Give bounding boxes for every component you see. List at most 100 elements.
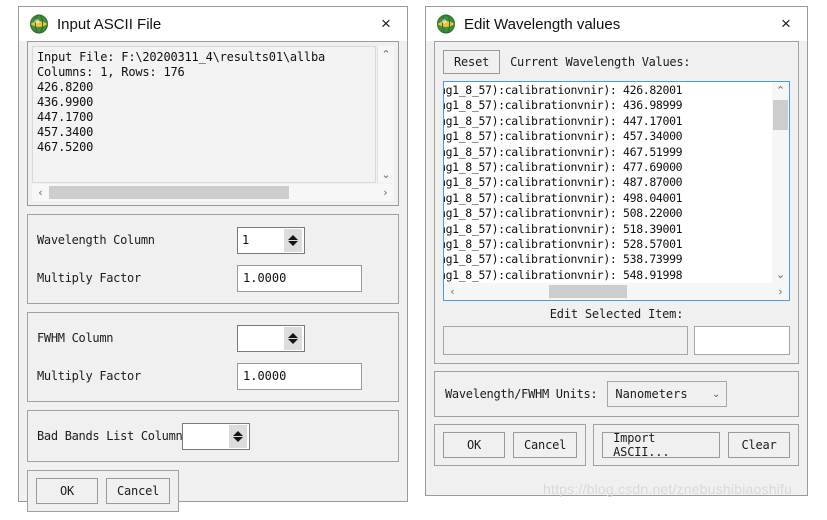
fwhm-column-row: FWHM Column (37, 323, 389, 353)
reset-button[interactable]: Reset (443, 50, 501, 74)
input-ascii-file-dialog: Input ASCII File × Input File: F:\202003… (18, 6, 408, 512)
list-item[interactable]: ng1_8_57):calibrationvnir): 518.39001 (444, 222, 772, 237)
bad-bands-list-column-row: Bad Bands List Column (37, 421, 389, 451)
fwhm-multiply-factor-input[interactable]: 1.0000 (237, 362, 362, 390)
wavelength-column-group: Wavelength Column 1 Multiply Factor 1.00… (27, 214, 399, 304)
bad-bands-list-column-stepper[interactable] (182, 422, 251, 450)
stepper-up-icon[interactable] (233, 430, 244, 436)
stepper-down-icon[interactable] (288, 240, 298, 246)
units-select[interactable]: Nanometers ⌄ (607, 381, 728, 407)
scroll-down-icon[interactable]: ⌄ (772, 266, 789, 283)
left-button-bar: OK Cancel (27, 470, 180, 512)
units-label: Wavelength/FWHM Units: (445, 387, 598, 401)
clear-button[interactable]: Clear (728, 432, 790, 458)
wavelength-values-list-content[interactable]: ng1_8_57):calibrationvnir): 426.82001 ng… (444, 82, 772, 283)
wavelength-multiply-factor-row: Multiply Factor 1.0000 (37, 263, 389, 293)
fwhm-multiply-factor-row: Multiply Factor 1.0000 (37, 361, 389, 391)
edit-selected-item-row (443, 326, 790, 355)
list-item[interactable]: ng1_8_57):calibrationvnir): 508.22000 (444, 206, 772, 221)
list-item[interactable]: ng1_8_57):calibrationvnir): 487.87000 (444, 175, 772, 190)
list-item[interactable]: ng1_8_57):calibrationvnir): 426.82001 (444, 83, 772, 98)
preview-line: Columns: 1, Rows: 176 (37, 65, 185, 79)
cancel-button[interactable]: Cancel (513, 432, 578, 458)
list-item[interactable]: ng1_8_57):calibrationvnir): 477.69000 (444, 160, 772, 175)
wavelength-column-row: Wavelength Column 1 (37, 225, 389, 255)
stepper-down-icon[interactable] (288, 338, 298, 344)
list-item[interactable]: ng1_8_57):calibrationvnir): 528.57001 (444, 237, 772, 252)
bad-bands-list-group: Bad Bands List Column (27, 410, 399, 462)
wavelength-column-stepper[interactable]: 1 (237, 226, 305, 254)
list-item[interactable]: ng1_8_57):calibrationvnir): 548.91998 (444, 268, 772, 283)
list-item[interactable]: ng1_8_57):calibrationvnir): 498.04001 (444, 191, 772, 206)
vscroll-thumb[interactable] (773, 100, 788, 130)
wavelength-multiply-factor-label: Multiply Factor (37, 271, 141, 285)
close-icon[interactable]: × (769, 9, 803, 39)
list-item[interactable]: ng1_8_57):calibrationvnir): 457.34000 (444, 129, 772, 144)
ok-button[interactable]: OK (36, 478, 98, 504)
list-item[interactable]: ng1_8_57):calibrationvnir): 538.73999 (444, 252, 772, 267)
units-panel: Wavelength/FWHM Units: Nanometers ⌄ (434, 371, 799, 417)
preview-vertical-scrollbar[interactable]: ⌃ ⌄ (377, 46, 394, 183)
left-dialog-title: Input ASCII File (57, 15, 162, 33)
list-vertical-scrollbar[interactable]: ⌃ ⌄ (772, 82, 789, 283)
wavelength-column-value: 1 (242, 233, 250, 247)
edit-selected-value-input[interactable] (694, 326, 790, 355)
cancel-button[interactable]: Cancel (106, 478, 171, 504)
edit-selected-name-input[interactable] (443, 326, 688, 355)
fwhm-column-group: FWHM Column Multiply Factor 1.0000 (27, 312, 399, 402)
hscroll-track[interactable] (49, 186, 377, 199)
right-titlebar: Edit Wavelength values × (426, 7, 807, 41)
envi-globe-icon (29, 14, 49, 34)
scroll-right-icon[interactable]: › (377, 184, 394, 201)
file-preview-text[interactable]: Input File: F:\20200311_4\results01\allb… (32, 46, 376, 183)
ok-button[interactable]: OK (443, 432, 505, 458)
stepper-down-icon[interactable] (233, 436, 244, 442)
scroll-left-icon[interactable]: ‹ (444, 283, 461, 300)
preview-line: 447.1700 (37, 110, 94, 124)
units-select-value: Nanometers (615, 387, 688, 401)
stepper-up-icon[interactable] (288, 332, 298, 338)
right-dialog-body: Reset Current Wavelength Values: ng1_8_5… (426, 41, 807, 474)
chevron-down-icon: ⌄ (711, 388, 721, 400)
reset-row: Reset Current Wavelength Values: (443, 50, 790, 74)
secondary-button-group: Import ASCII... Clear (593, 424, 799, 466)
wavelength-multiply-factor-input[interactable]: 1.0000 (237, 264, 362, 292)
stepper-arrows-icon[interactable] (284, 326, 302, 350)
envi-globe-icon (436, 14, 456, 34)
preview-horizontal-scrollbar[interactable]: ‹ › (32, 184, 394, 201)
hscroll-thumb[interactable] (49, 186, 289, 199)
scroll-down-icon[interactable]: ⌄ (378, 166, 395, 183)
scroll-left-icon[interactable]: ‹ (32, 184, 49, 201)
left-titlebar: Input ASCII File × (19, 7, 407, 41)
stepper-arrows-icon[interactable] (284, 228, 302, 252)
stepper-arrows-icon[interactable] (229, 424, 248, 448)
list-item[interactable]: ng1_8_57):calibrationvnir): 436.98999 (444, 98, 772, 113)
scroll-up-icon[interactable]: ⌃ (772, 82, 789, 99)
scroll-right-icon[interactable]: › (772, 283, 789, 300)
fwhm-column-stepper[interactable] (237, 324, 305, 352)
wavelength-values-panel: Reset Current Wavelength Values: ng1_8_5… (434, 41, 799, 364)
preview-line: 467.5200 (37, 140, 94, 154)
hscroll-track[interactable] (461, 285, 772, 298)
close-icon[interactable]: × (369, 9, 403, 39)
fwhm-multiply-factor-label: Multiply Factor (37, 369, 141, 383)
import-ascii-button[interactable]: Import ASCII... (602, 431, 720, 459)
hscroll-thumb[interactable] (549, 285, 627, 298)
preview-line: 436.9900 (37, 95, 94, 109)
preview-line: 457.3400 (37, 125, 94, 139)
wavelength-column-label: Wavelength Column (37, 233, 155, 247)
scroll-up-icon[interactable]: ⌃ (378, 46, 395, 63)
primary-button-group: OK Cancel (434, 424, 587, 466)
stepper-up-icon[interactable] (288, 234, 298, 240)
list-item[interactable]: ng1_8_57):calibrationvnir): 467.51999 (444, 145, 772, 160)
bad-bands-list-column-label: Bad Bands List Column (37, 429, 183, 443)
list-horizontal-scrollbar[interactable]: ‹ › (444, 283, 789, 300)
right-button-row: OK Cancel Import ASCII... Clear (434, 424, 799, 466)
current-wavelength-values-label: Current Wavelength Values: (510, 55, 691, 69)
fwhm-column-label: FWHM Column (37, 331, 114, 345)
edit-wavelength-values-dialog: Edit Wavelength values × Reset Current W… (425, 6, 808, 496)
left-dialog-body: Input File: F:\20200311_4\results01\allb… (19, 41, 407, 520)
preview-line: 426.8200 (37, 80, 94, 94)
wavelength-values-list[interactable]: ng1_8_57):calibrationvnir): 426.82001 ng… (443, 81, 790, 301)
list-item[interactable]: ng1_8_57):calibrationvnir): 447.17001 (444, 114, 772, 129)
